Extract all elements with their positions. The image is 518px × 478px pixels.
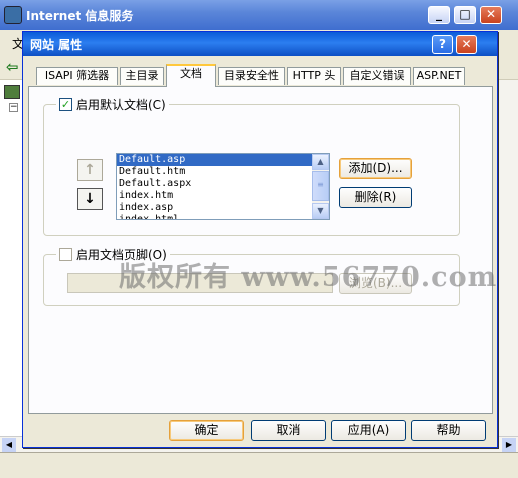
tab-isapi-filters[interactable]: ISAPI 筛选器 [36,67,118,85]
cancel-button[interactable]: 取消 [251,420,326,441]
enable-default-document-checkbox-label[interactable]: ✓ 启用默认文档(C) [56,96,169,112]
apply-button[interactable]: 应用(A) [331,420,406,441]
move-up-button[interactable]: ↑ [77,159,103,181]
background-window-titlebar: Internet 信息服务 _ □ ✕ [0,0,518,30]
tab-http-headers[interactable]: HTTP 头 [287,67,341,85]
website-properties-dialog: 网站 属性 ? ✕ ISAPI 筛选器 主目录 文档 目录安全性 HTTP 头 … [22,31,498,448]
documents-tab-panel: ✓ 启用默认文档(C) ↑ ↓ Default.asp Default.htm De… [28,86,493,414]
maximize-button[interactable]: □ [454,6,476,24]
scroll-up-icon[interactable]: ▲ [312,154,329,170]
enable-default-document-checkbox[interactable]: ✓ [59,97,72,111]
scroll-down-icon[interactable]: ▼ [312,203,329,219]
document-list-item[interactable]: Default.asp [117,154,313,166]
document-list-item[interactable]: index.asp [117,202,313,214]
tree-collapse-icon[interactable]: − [9,103,18,112]
background-vertical-scrollbar[interactable] [498,80,518,436]
enable-default-document-label: 启用默认文档(C) [76,97,166,112]
add-document-button[interactable]: 添加(D)... [339,158,412,179]
document-list-scrollbar[interactable]: ▲ ≡ ▼ [312,154,329,219]
document-list-item[interactable]: index.htm [117,190,313,202]
close-button[interactable]: ✕ [456,35,477,54]
document-list-item[interactable]: Default.htm [117,166,313,178]
watermark-text: 版权所有 www.56770.com [119,262,498,293]
dialog-titlebar: 网站 属性 ? ✕ [23,32,497,56]
background-close-button[interactable]: ✕ [480,6,502,24]
dialog-title: 网站 属性 [30,38,83,52]
tab-directory-security[interactable]: 目录安全性 [218,67,285,85]
scroll-thumb[interactable]: ≡ [312,171,329,201]
background-window-title: Internet 信息服务 [26,9,134,23]
default-document-list[interactable]: Default.asp Default.htm Default.aspx index.… [116,153,330,220]
tab-home-directory[interactable]: 主目录 [120,67,164,85]
enable-footer-checkbox[interactable] [59,247,72,261]
scroll-right-icon[interactable]: ▶ [502,438,516,452]
document-list-item[interactable]: index.html [117,214,313,219]
tab-aspnet[interactable]: ASP.NET [413,67,465,85]
tab-documents[interactable]: 文档 [166,64,216,87]
scroll-left-icon[interactable]: ◀ [2,438,16,452]
ok-button[interactable]: 确定 [169,420,244,441]
minimize-button[interactable]: _ [428,6,450,24]
move-down-button[interactable]: ↓ [77,188,103,210]
background-statusbar [0,452,518,478]
computer-node-icon[interactable] [4,85,20,99]
back-arrow-icon[interactable]: ⇦ [6,58,19,76]
delete-document-button[interactable]: 删除(R) [339,187,412,208]
document-list-item[interactable]: Default.aspx [117,178,313,190]
help-title-button[interactable]: ? [432,35,453,54]
help-button[interactable]: 帮助 [411,420,486,441]
tab-custom-errors[interactable]: 自定义错误 [343,67,411,85]
iis-app-icon [4,6,22,24]
